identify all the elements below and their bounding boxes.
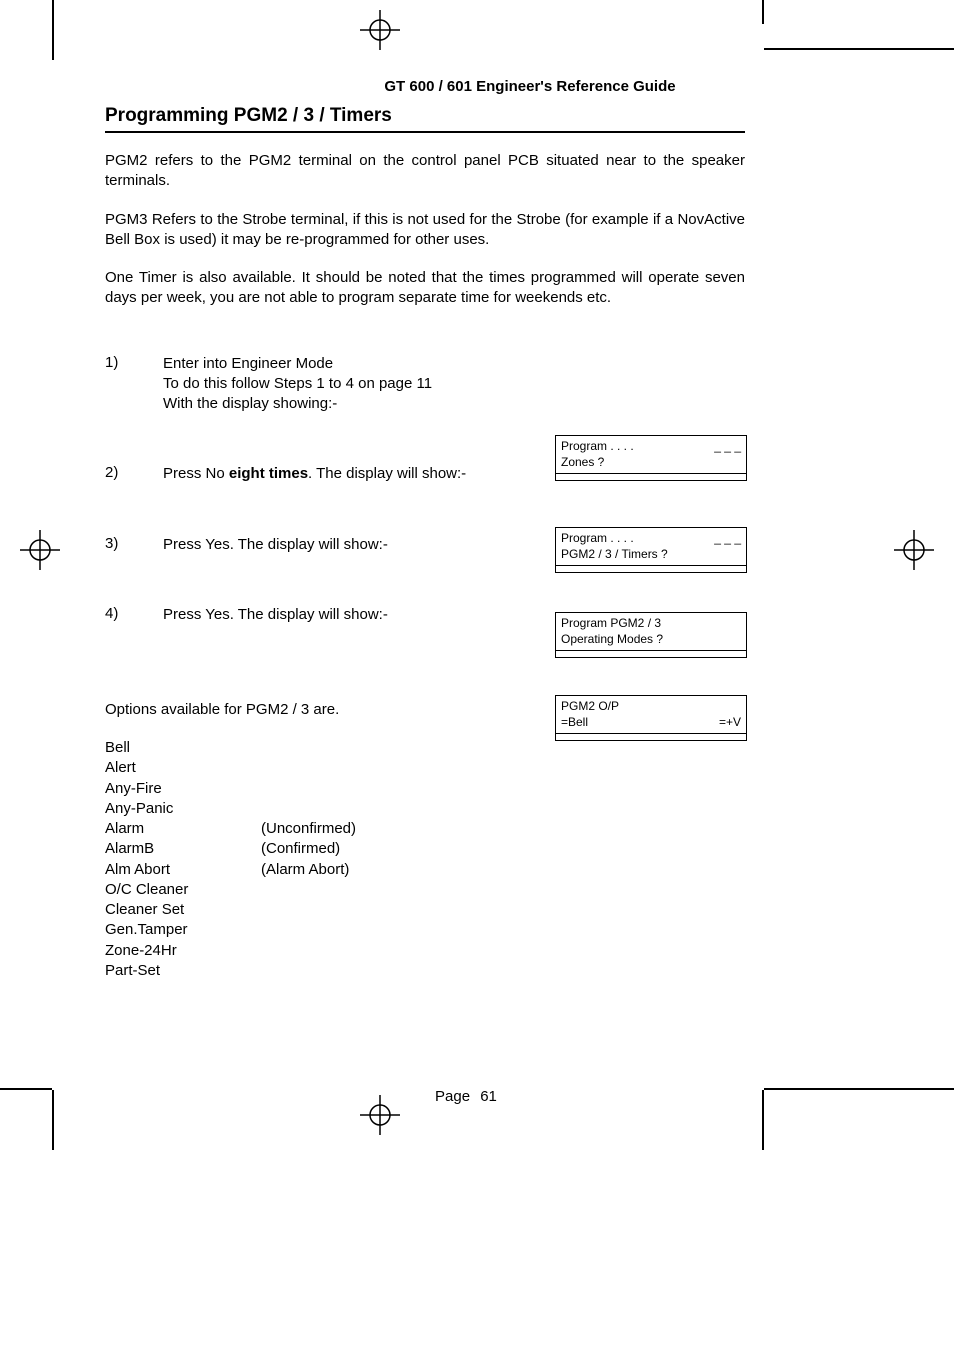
crop-mark xyxy=(0,1088,52,1090)
step-number: 2) xyxy=(105,464,163,481)
display-text: =+V xyxy=(719,715,741,731)
display-text: Operating Modes ? xyxy=(561,632,741,648)
crop-mark xyxy=(764,1088,954,1090)
crop-mark xyxy=(52,1090,54,1150)
page-number: 61 xyxy=(480,1088,497,1105)
paragraph: One Timer is also available. It should b… xyxy=(105,268,745,309)
option-item: Alm Abort xyxy=(105,860,261,880)
option-item: AlarmB xyxy=(105,839,261,859)
lcd-display: Program PGM2 / 3 Operating Modes ? xyxy=(555,612,747,658)
step-text-post: . The display will show:- xyxy=(308,465,466,482)
display-text: _ _ _ xyxy=(714,439,741,455)
display-text: Program PGM2 / 3 xyxy=(561,616,741,632)
crop-mark xyxy=(764,48,954,50)
option-item: Part-Set xyxy=(105,961,261,981)
step-line: To do this follow Steps 1 to 4 on page 1… xyxy=(163,375,432,392)
option-item: Gen.Tamper xyxy=(105,920,261,940)
option-item: O/C Cleaner xyxy=(105,880,261,900)
display-text: Program . . . . xyxy=(561,531,634,547)
option-item: Bell xyxy=(105,738,261,758)
display-text: _ _ _ xyxy=(714,531,741,547)
display-text: Program . . . . xyxy=(561,439,634,455)
options-list: Bell Alert Any-Fire Any-Panic Alarm(Unco… xyxy=(105,738,745,981)
display-text: PGM2 / 3 / Timers ? xyxy=(561,547,741,563)
option-item: Cleaner Set xyxy=(105,900,261,920)
display-text: =Bell xyxy=(561,715,588,731)
paragraph: PGM2 refers to the PGM2 terminal on the … xyxy=(105,151,745,192)
option-item: Alarm xyxy=(105,819,261,839)
page-footer: Page 61 xyxy=(435,1088,497,1105)
step-text: Enter into Engineer Mode To do this foll… xyxy=(163,354,745,415)
lcd-display: Program . . . . _ _ _ PGM2 / 3 / Timers … xyxy=(555,527,747,573)
lcd-display: PGM2 O/P =Bell =+V xyxy=(555,695,747,741)
lcd-display: Program . . . . _ _ _ Zones ? xyxy=(555,435,747,481)
crop-mark xyxy=(52,0,54,60)
step-line: Enter into Engineer Mode xyxy=(163,355,333,372)
step-item: 1) Enter into Engineer Mode To do this f… xyxy=(105,354,745,415)
page-label: Page xyxy=(435,1088,470,1105)
option-note: (Alarm Abort) xyxy=(261,860,349,880)
step-text-bold: eight times xyxy=(229,465,308,482)
registration-mark-icon xyxy=(360,1095,400,1135)
registration-mark-icon xyxy=(360,10,400,50)
option-item: Any-Fire xyxy=(105,779,261,799)
step-line: With the display showing:- xyxy=(163,395,337,412)
option-note: (Unconfirmed) xyxy=(261,819,356,839)
step-text-pre: Press No xyxy=(163,465,229,482)
display-text: Zones ? xyxy=(561,455,741,471)
step-number: 1) xyxy=(105,354,163,371)
option-note: (Confirmed) xyxy=(261,839,340,859)
step-number: 4) xyxy=(105,605,163,622)
step-number: 3) xyxy=(105,535,163,552)
paragraph: PGM3 Refers to the Strobe terminal, if t… xyxy=(105,210,745,251)
crop-mark xyxy=(762,0,764,24)
registration-mark-icon xyxy=(894,530,934,570)
section-title: Programming PGM2 / 3 / Timers xyxy=(105,105,745,133)
page-content: GT 600 / 601 Engineer's Reference Guide … xyxy=(105,78,745,981)
option-item: Zone-24Hr xyxy=(105,941,261,961)
option-item: Alert xyxy=(105,758,261,778)
document-header: GT 600 / 601 Engineer's Reference Guide xyxy=(315,78,745,95)
crop-mark xyxy=(762,1090,764,1150)
registration-mark-icon xyxy=(20,530,60,570)
display-text: PGM2 O/P xyxy=(561,699,741,715)
option-item: Any-Panic xyxy=(105,799,261,819)
